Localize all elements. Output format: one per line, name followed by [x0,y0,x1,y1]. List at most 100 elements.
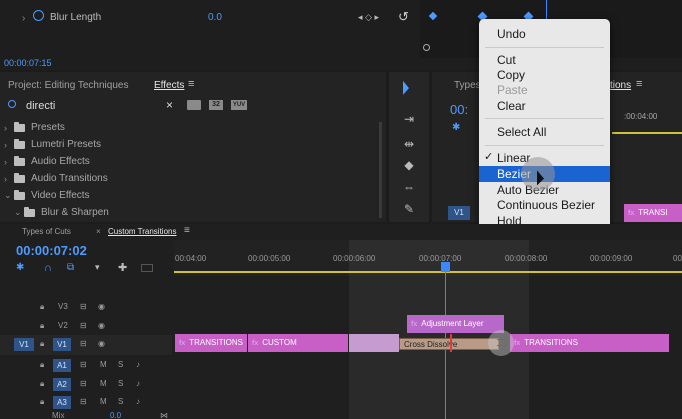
trim-out-icon[interactable] [497,339,506,346]
marker-icon[interactable]: ▾ [95,262,100,273]
clip-custom[interactable]: fx CUSTOM [248,334,348,352]
chevron-right-icon[interactable]: › [4,123,14,133]
track-label[interactable]: V3 [58,302,68,311]
param-value[interactable]: 0.0 [208,12,222,23]
selection-tool-icon[interactable] [403,80,409,98]
keyframe-nav-icon[interactable]: ◂ ◇ ▸ [358,12,379,23]
sync-lock-icon[interactable]: ⊟ [80,397,87,406]
solo-button[interactable]: S [118,397,123,406]
pen-tool-icon[interactable]: ✎ [400,202,418,216]
tab-effects[interactable]: Effects [154,80,184,91]
eye-icon[interactable]: ◉ [98,302,105,311]
lock-icon[interactable]: 🔒︎ [40,397,44,407]
chevron-right-icon[interactable]: › [4,140,14,150]
mute-button[interactable]: M [100,360,107,369]
menu-icon[interactable]: ≡ [636,78,642,90]
menu-item-clear[interactable]: Clear [479,98,610,114]
monitor-timecode[interactable]: 00: [450,102,468,117]
playhead-handle[interactable] [441,262,450,272]
track-v1-label[interactable]: V1 [448,206,470,220]
mute-button[interactable]: M [100,379,107,388]
menu-icon[interactable]: ≡ [188,78,194,90]
captions-icon[interactable] [141,264,153,272]
tree-item-blur-sharpen[interactable]: ⌄ Blur & Sharpen [14,206,109,218]
track-label[interactable]: A3 [53,396,71,409]
tab-project[interactable]: Project: Editing Techniques [8,80,128,91]
menu-icon[interactable]: ≡ [184,225,190,236]
sync-lock-icon[interactable]: ⊟ [80,339,87,348]
tree-item-audio-transitions[interactable]: › Audio Transitions [4,172,108,184]
chevron-right-icon[interactable]: › [22,13,25,24]
track-label[interactable]: A1 [53,359,71,372]
scrollbar[interactable] [379,122,382,218]
menu-item-undo[interactable]: Undo [479,26,610,42]
lock-icon[interactable]: 🔒︎ [40,302,44,312]
tab-custom-transitions[interactable]: Custom Transitions [108,227,176,236]
ripple-edit-tool-icon[interactable]: ⇹ [400,137,418,151]
mix-value[interactable]: 0.0 [110,411,121,419]
clip-transitions-left[interactable]: fx TRANSITIONS [175,334,247,352]
search-input[interactable]: directi [26,100,55,112]
tab-transitions-partial[interactable]: tions [610,80,631,91]
timecode[interactable]: 00:00:07:15 [4,58,52,68]
menu-item-copy[interactable]: Copy [479,67,610,83]
mute-button[interactable]: M [100,397,107,406]
close-tab-icon[interactable]: × [96,227,101,236]
badge-yuv-icon[interactable]: YUV [231,100,247,110]
transition-cross-dissolve[interactable]: Cross Dissolve [399,338,499,350]
tree-item-lumetri-presets[interactable]: › Lumetri Presets [4,138,101,150]
tree-item-presets[interactable]: › Presets [4,121,65,133]
chevron-down-icon[interactable]: ⌄ [14,207,24,218]
clip-transitions-right[interactable]: fx TRANSITIONS [510,334,669,352]
sync-lock-icon[interactable]: ⊟ [80,302,87,311]
track-label[interactable]: A2 [53,378,71,391]
chevron-down-icon[interactable]: ⌄ [4,190,14,201]
badge-32-icon[interactable]: 32 [209,100,223,110]
lock-icon[interactable]: 🔒︎ [40,321,44,331]
chevron-right-icon[interactable]: › [4,157,14,167]
sync-lock-icon[interactable]: ⊟ [80,360,87,369]
mic-icon[interactable]: ♪ [136,397,140,406]
snap-icon[interactable]: ∩ [44,262,52,274]
menu-item-cut[interactable]: Cut [479,52,610,68]
menu-item-continuous-bezier[interactable]: Continuous Bezier [479,197,610,213]
slip-tool-icon[interactable]: ⇔ [400,180,418,194]
clip-adjustment-layer[interactable]: fx Adjustment Layer [407,315,504,333]
clear-search-icon[interactable]: × [166,98,173,112]
stopwatch-icon[interactable] [33,10,44,21]
tree-item-audio-effects[interactable]: › Audio Effects [4,155,90,167]
chevron-right-icon[interactable]: › [4,174,14,184]
eye-icon[interactable]: ◉ [98,339,105,348]
linked-selection-icon[interactable]: ⧉ [67,262,74,273]
reset-icon[interactable]: ↺ [398,9,409,25]
tab-types-of-cuts[interactable]: Types of Cuts [22,227,71,236]
tab-types-partial[interactable]: Types [454,80,481,91]
razor-tool-icon[interactable]: ◆ [400,158,418,172]
zoom-handle-icon[interactable] [423,44,430,51]
solo-button[interactable]: S [118,360,123,369]
lock-icon[interactable]: 🔒︎ [40,339,44,349]
timeline-timecode[interactable]: 00:00:07:02 [16,243,87,258]
mix-end-icon[interactable]: ⋈ [160,411,168,419]
tree-item-video-effects[interactable]: ⌄ Video Effects [4,189,90,201]
settings-icon[interactable]: ✱ [452,122,460,133]
eye-icon[interactable]: ◉ [98,321,105,330]
clip-custom-selected[interactable] [349,334,399,352]
source-patch-v1[interactable]: V1 [14,338,34,351]
wrench-icon[interactable]: ✚ [118,261,127,274]
lock-icon[interactable]: 🔒︎ [40,379,44,389]
nest-icon[interactable]: ✱ [16,262,24,273]
sync-lock-icon[interactable]: ⊟ [80,321,87,330]
menu-item-select-all[interactable]: Select All [479,124,610,140]
mic-icon[interactable]: ♪ [136,379,140,388]
clip-transitions-partial[interactable]: fx TRANSI [624,204,682,222]
track-select-tool-icon[interactable]: ⇥ [400,112,418,126]
track-label[interactable]: V2 [58,321,68,330]
solo-button[interactable]: S [118,379,123,388]
sync-lock-icon[interactable]: ⊟ [80,379,87,388]
track-label[interactable]: V1 [53,338,71,351]
mic-icon[interactable]: ♪ [136,360,140,369]
work-area-bar[interactable] [174,271,682,273]
lock-icon[interactable]: 🔒︎ [40,360,44,370]
accelerated-effects-icon[interactable] [187,100,201,110]
